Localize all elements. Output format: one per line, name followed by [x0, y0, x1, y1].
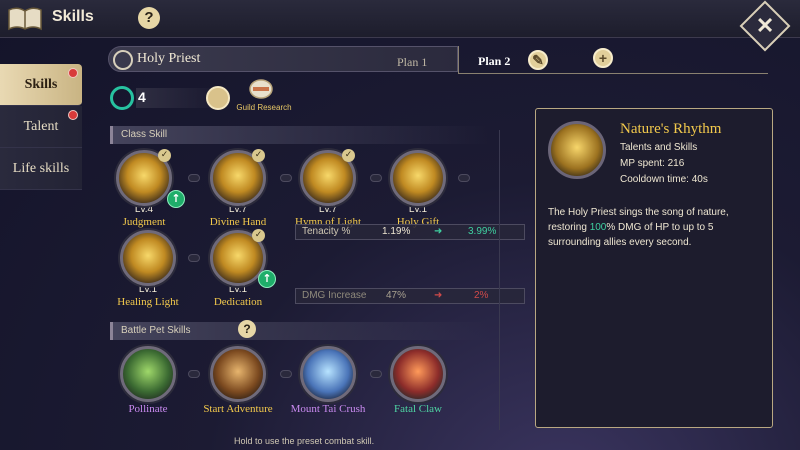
- detail-title: Nature's Rhythm: [620, 121, 722, 137]
- class-skill-header: Class Skill: [110, 126, 490, 144]
- detail-cooldown: Cooldown time: 40s: [620, 174, 708, 185]
- pet-skill-header: Battle Pet Skills: [110, 322, 490, 340]
- hymn-of-light-icon: ✓: [300, 149, 356, 206]
- judgment-icon: ✓: [116, 149, 172, 206]
- notification-dot: [68, 110, 78, 120]
- detail-category: Talents and Skills: [620, 142, 698, 153]
- skill-detail-panel: Nature's Rhythm Talents and Skills MP sp…: [535, 108, 773, 428]
- divine-hand-icon: ✓: [210, 149, 266, 206]
- stat-dmg-increase: DMG Increase 47% ➜ 2%: [295, 288, 525, 304]
- panel-divider: [499, 130, 500, 430]
- stat-current: 1.19%: [382, 226, 411, 237]
- skill-name: Start Adventure: [203, 403, 273, 415]
- class-emblem-icon: [113, 50, 133, 70]
- skill-dedication[interactable]: ✓ Lv.1 Dedication: [198, 229, 278, 308]
- class-name-bar: Holy Priest Plan 1: [108, 46, 458, 72]
- pet-skill-pollinate[interactable]: Pollinate: [108, 346, 188, 415]
- skill-name: Pollinate: [128, 403, 168, 415]
- skill-holy-gift[interactable]: Lv.1 Holy Gift: [378, 150, 458, 228]
- tab-plan-2[interactable]: Plan 2: [478, 54, 510, 69]
- tab-life-skills-label: Life skills: [12, 161, 70, 176]
- decrease-arrow-icon: ➜: [434, 290, 443, 301]
- skill-points-value: 4: [138, 89, 146, 105]
- tab-talent-label: Talent: [23, 119, 59, 134]
- detail-mp: MP spent: 216: [620, 158, 685, 169]
- guild-research-label: Guild Research: [236, 103, 292, 112]
- skill-hymn-of-light[interactable]: ✓ Lv.7 Hymn of Light: [288, 149, 368, 228]
- mount-tai-crush-icon: [300, 346, 356, 402]
- tab-life-skills[interactable]: Life skills: [0, 148, 82, 190]
- help-button[interactable]: ?: [138, 7, 160, 29]
- top-bar: Skills ?: [0, 0, 800, 38]
- healing-light-icon: [120, 230, 176, 286]
- pet-skill-start-adventure[interactable]: Start Adventure: [198, 346, 278, 415]
- increase-arrow-icon: ➜: [434, 226, 443, 237]
- skill-healing-light[interactable]: Lv.1 Healing Light: [108, 230, 188, 308]
- stat-next: 3.99%: [468, 226, 497, 237]
- pet-skill-fatal-claw[interactable]: Fatal Claw: [378, 346, 458, 415]
- class-skill-title: Class Skill: [121, 129, 168, 140]
- add-plan-button[interactable]: +: [593, 48, 613, 68]
- tab-skills[interactable]: Skills: [0, 64, 82, 106]
- page-title: Skills: [52, 8, 94, 25]
- close-icon: ✕: [755, 13, 775, 38]
- tab-plan-1[interactable]: Plan 1: [397, 55, 427, 70]
- equipped-check-icon: ✓: [158, 149, 171, 162]
- equipped-check-icon: ✓: [252, 229, 265, 242]
- pet-skill-mount-tai-crush[interactable]: Mount Tai Crush: [288, 346, 368, 415]
- skill-name: Judgment: [122, 216, 166, 228]
- stat-label: DMG Increase: [302, 290, 367, 301]
- book-icon: [8, 7, 42, 31]
- guild-research-icon[interactable]: [248, 78, 274, 100]
- detail-description: The Holy Priest sings the song of nature…: [548, 205, 766, 250]
- skill-name: Dedication: [213, 296, 263, 308]
- skill-name: Healing Light: [117, 296, 179, 308]
- class-plan-bar: Holy Priest Plan 1 Plan 2 ✎ +: [108, 46, 768, 74]
- desc-highlight: 100: [589, 222, 607, 233]
- stat-label: Tenacity %: [302, 226, 351, 237]
- fatal-claw-icon: [390, 346, 446, 402]
- class-name: Holy Priest: [137, 51, 201, 66]
- pet-help-button[interactable]: ?: [238, 320, 256, 338]
- upgrade-arrow-icon[interactable]: ↑: [167, 190, 185, 208]
- stat-tenacity: Tenacity % 1.19% ➜ 3.99%: [295, 224, 525, 240]
- holy-gift-icon: [390, 150, 446, 206]
- pollinate-icon: [120, 346, 176, 402]
- skill-points-icon: [110, 86, 134, 110]
- equipped-check-icon: ✓: [342, 149, 355, 162]
- tab-talent[interactable]: Talent: [0, 106, 82, 148]
- side-tabs: Skills Talent Life skills: [0, 64, 82, 190]
- skill-name: Fatal Claw: [394, 403, 442, 415]
- skill-name: Divine Hand: [209, 216, 267, 228]
- skill-divine-hand[interactable]: ✓ Lv.7 Divine Hand: [198, 149, 278, 228]
- equipped-check-icon: ✓: [252, 149, 265, 162]
- reset-skills-icon[interactable]: [206, 86, 230, 110]
- edit-plan-button[interactable]: ✎: [528, 50, 548, 70]
- tab-skills-label: Skills: [24, 77, 58, 92]
- footer-hint: Hold to use the preset combat skill.: [234, 436, 375, 446]
- pet-skill-title: Battle Pet Skills: [121, 325, 191, 336]
- natures-rhythm-icon: [548, 121, 606, 179]
- notification-dot: [68, 68, 78, 78]
- skill-judgment[interactable]: ✓ Lv.4 Judgment: [104, 149, 184, 228]
- skill-name: Mount Tai Crush: [290, 403, 366, 415]
- upgrade-arrow-icon[interactable]: ↑: [258, 270, 276, 288]
- start-adventure-icon: [210, 346, 266, 402]
- stat-current: 47%: [386, 290, 407, 301]
- stat-next: 2%: [474, 290, 489, 301]
- skill-connector: [458, 174, 470, 182]
